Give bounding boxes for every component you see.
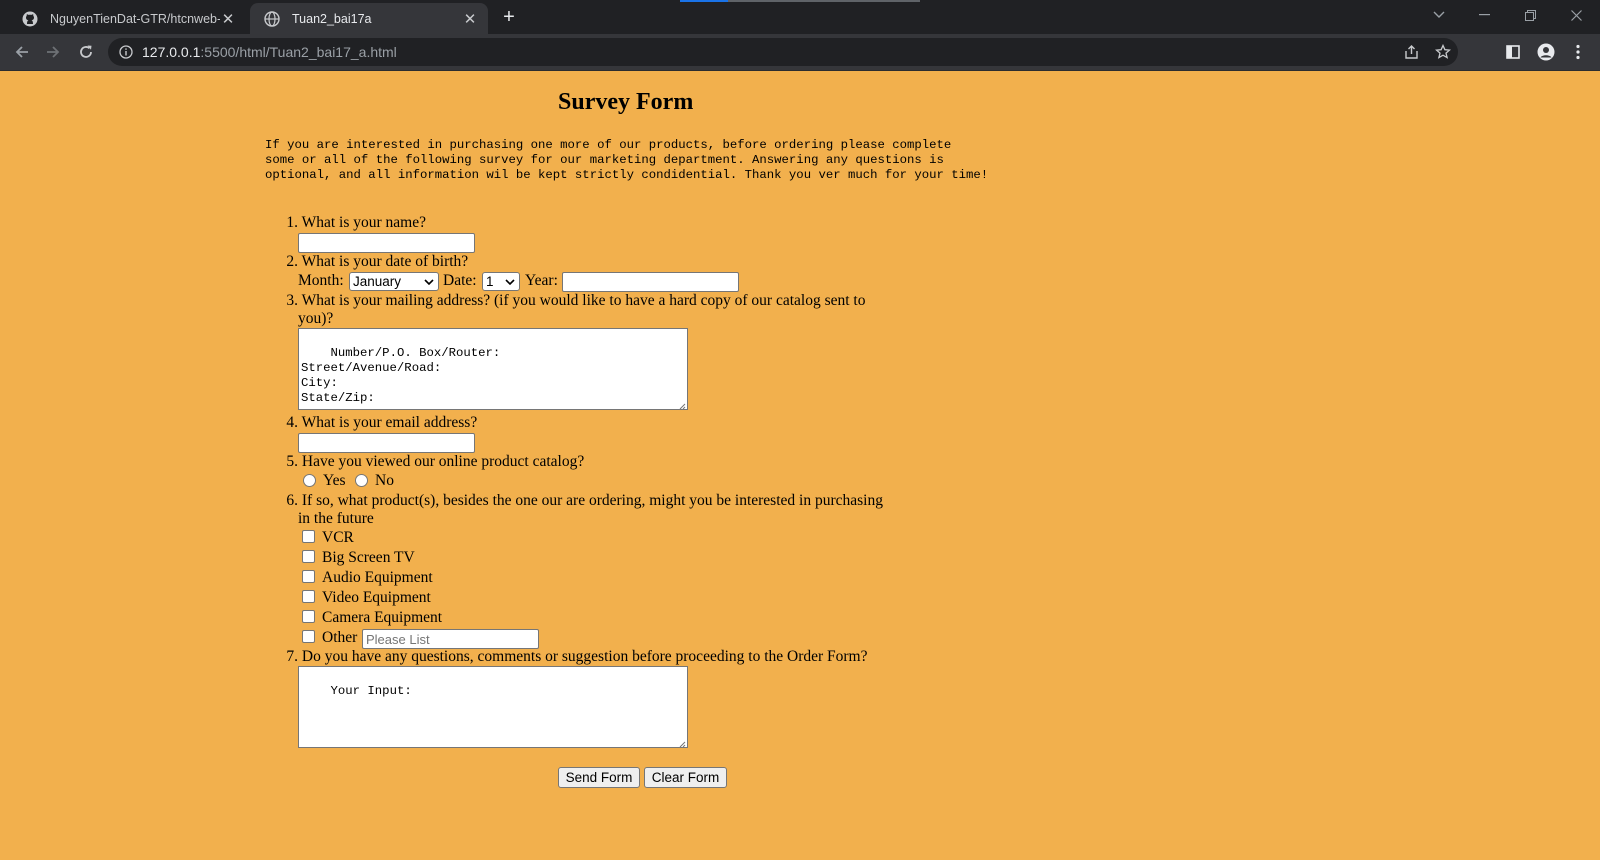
close-tab-icon[interactable]: ✕ <box>220 11 236 28</box>
audio-equipment-label: Audio Equipment <box>322 569 433 586</box>
question-name: 1. What is your name? <box>286 214 426 231</box>
other-products-input[interactable] <box>362 629 539 649</box>
close-window-icon[interactable] <box>1553 2 1599 28</box>
browser-tab-strip: NguyenTienDat-GTR/htcnweb-b ✕ Tuan2_bai1… <box>0 0 1600 34</box>
url-host: 127.0.0.1 <box>142 44 201 60</box>
menu-kebab-icon[interactable] <box>1566 40 1590 64</box>
catalog-no-radio[interactable] <box>355 474 368 487</box>
other-label: Other <box>322 629 358 646</box>
forward-icon[interactable] <box>41 40 65 64</box>
question-products-line2: in the future <box>298 510 374 527</box>
tab-tuan2-bai17a[interactable]: Tuan2_bai17a ✕ <box>250 3 488 34</box>
close-tab-icon[interactable]: ✕ <box>462 11 478 28</box>
chevron-down-icon <box>423 275 435 289</box>
catalog-yes-label: Yes <box>323 472 346 489</box>
big-screen-tv-label: Big Screen TV <box>322 549 415 566</box>
mailing-address-textarea[interactable]: Number/P.O. Box/Router: Street/Avenue/Ro… <box>298 328 688 410</box>
year-label: Year: <box>525 272 558 289</box>
tab-search-icon[interactable] <box>1416 2 1462 28</box>
question-products: 6. If so, what product(s), besides the o… <box>286 492 883 509</box>
send-form-button[interactable]: Send Form <box>558 767 640 788</box>
browser-toolbar: 127.0.0.1:5500/html/Tuan2_bai17_a.html <box>0 34 1600 71</box>
question-address-line2: you)? <box>298 310 334 327</box>
minimize-icon[interactable] <box>1461 2 1507 28</box>
new-tab-icon[interactable]: + <box>498 6 520 28</box>
share-icon[interactable] <box>1400 38 1424 66</box>
year-input[interactable] <box>562 272 739 292</box>
audio-equipment-checkbox[interactable] <box>302 570 315 583</box>
tab-title: NguyenTienDat-GTR/htcnweb-b <box>50 11 220 26</box>
survey-page: Survey Form If you are interested in pur… <box>0 71 1600 860</box>
resize-grip-icon[interactable] <box>678 738 686 748</box>
address-bar[interactable]: 127.0.0.1:5500/html/Tuan2_bai17_a.html <box>108 38 1458 66</box>
question-catalog: 5. Have you viewed our online product ca… <box>286 453 585 470</box>
big-screen-tv-checkbox[interactable] <box>302 550 315 563</box>
date-select[interactable]: 1 <box>482 272 520 291</box>
vcr-checkbox[interactable] <box>302 530 315 543</box>
restore-icon[interactable] <box>1507 2 1553 28</box>
reload-icon[interactable] <box>74 40 98 64</box>
camera-equipment-checkbox[interactable] <box>302 610 315 623</box>
chevron-down-icon <box>504 275 516 289</box>
side-panel-icon[interactable] <box>1501 40 1525 64</box>
month-label: Month: <box>298 272 344 289</box>
name-input[interactable] <box>298 233 475 253</box>
email-input[interactable] <box>298 433 475 453</box>
site-info-icon[interactable] <box>118 44 134 60</box>
page-title: Survey Form <box>558 89 694 115</box>
comments-textarea[interactable]: Your Input: <box>298 666 688 748</box>
vcr-label: VCR <box>322 529 354 546</box>
video-equipment-label: Video Equipment <box>322 589 431 606</box>
date-label: Date: <box>443 272 477 289</box>
github-icon <box>22 11 38 27</box>
other-checkbox[interactable] <box>302 630 315 643</box>
clear-form-button[interactable]: Clear Form <box>644 767 727 788</box>
catalog-no-label: No <box>375 472 394 489</box>
resize-grip-icon[interactable] <box>678 400 686 410</box>
question-address: 3. What is your mailing address? (if you… <box>286 292 866 309</box>
tab-github[interactable]: NguyenTienDat-GTR/htcnweb-b ✕ <box>8 3 246 34</box>
video-equipment-checkbox[interactable] <box>302 590 315 603</box>
back-icon[interactable] <box>10 40 34 64</box>
tab-title: Tuan2_bai17a <box>292 11 372 26</box>
question-email: 4. What is your email address? <box>286 414 478 431</box>
month-select[interactable]: January <box>349 272 439 291</box>
url-path: :5500/html/Tuan2_bai17_a.html <box>200 44 397 60</box>
catalog-yes-radio[interactable] <box>303 474 316 487</box>
intro-paragraph: If you are interested in purchasing one … <box>265 138 989 182</box>
globe-icon <box>264 10 280 27</box>
bookmark-star-icon[interactable] <box>1431 38 1455 66</box>
profile-avatar-icon[interactable] <box>1534 40 1558 64</box>
question-dob: 2. What is your date of birth? <box>286 253 469 270</box>
camera-equipment-label: Camera Equipment <box>322 609 443 626</box>
loading-strip <box>680 0 920 2</box>
question-comments: 7. Do you have any questions, comments o… <box>286 648 868 665</box>
